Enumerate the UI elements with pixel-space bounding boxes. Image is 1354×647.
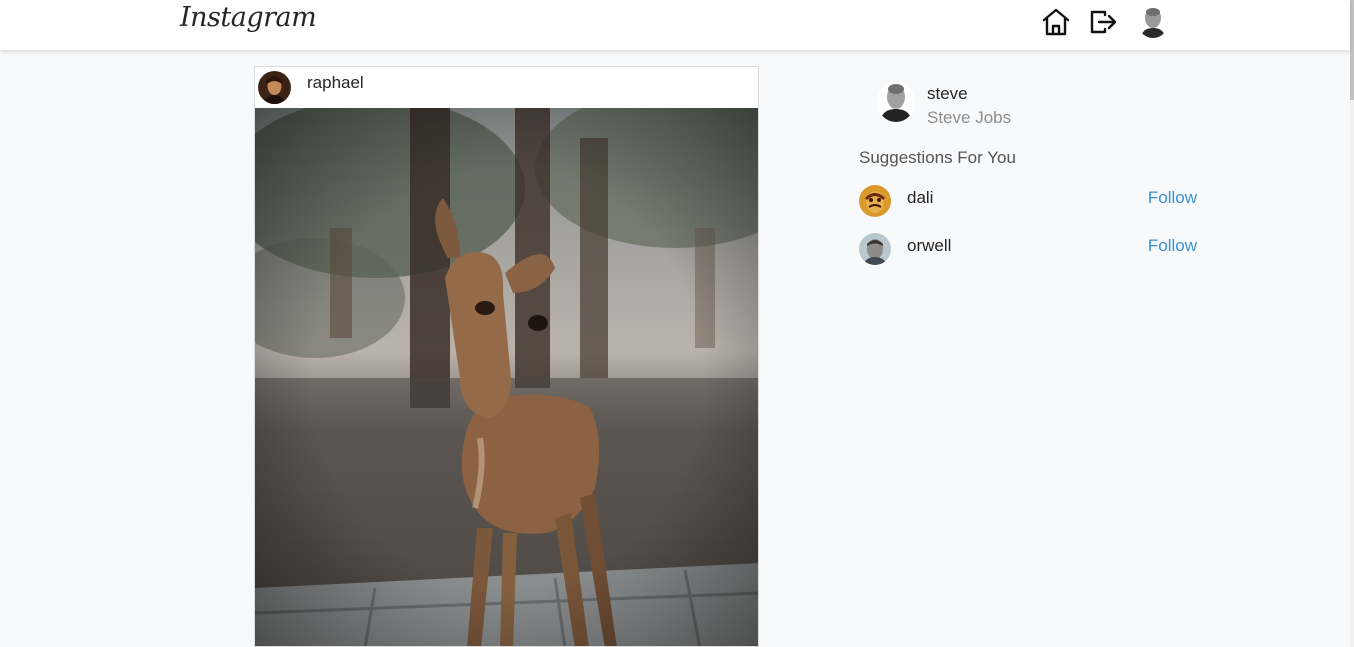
suggestions-title: Suggestions For You [859,148,1016,167]
follow-button[interactable]: Follow [1148,188,1197,208]
suggestion-row-orwell: orwell Follow [859,233,1199,267]
follow-button[interactable]: Follow [1148,236,1197,256]
profile-username[interactable]: steve [927,84,968,104]
scrollbar-thumb[interactable] [1350,0,1354,100]
post-username[interactable]: raphael [307,73,364,93]
instagram-logo[interactable]: Instagram [180,2,317,33]
suggestion-username[interactable]: dali [907,188,933,208]
deer-photo[interactable] [255,108,759,647]
suggestion-avatar[interactable] [859,185,891,217]
profile-fullname: Steve Jobs [927,108,1012,127]
suggestion-avatar[interactable] [859,233,891,265]
post-card: raphael [254,66,759,647]
logout-icon[interactable] [1088,7,1118,37]
post-header: raphael [255,67,758,108]
profile-avatar[interactable] [877,82,915,122]
home-icon[interactable] [1041,7,1071,37]
suggestion-username[interactable]: orwell [907,236,951,256]
suggestion-row-dali: dali Follow [859,185,1199,219]
page-scrollbar[interactable] [1350,0,1354,647]
top-navbar: Instagram [0,0,1350,50]
post-author-avatar[interactable] [258,71,291,104]
user-avatar[interactable] [1138,6,1168,38]
